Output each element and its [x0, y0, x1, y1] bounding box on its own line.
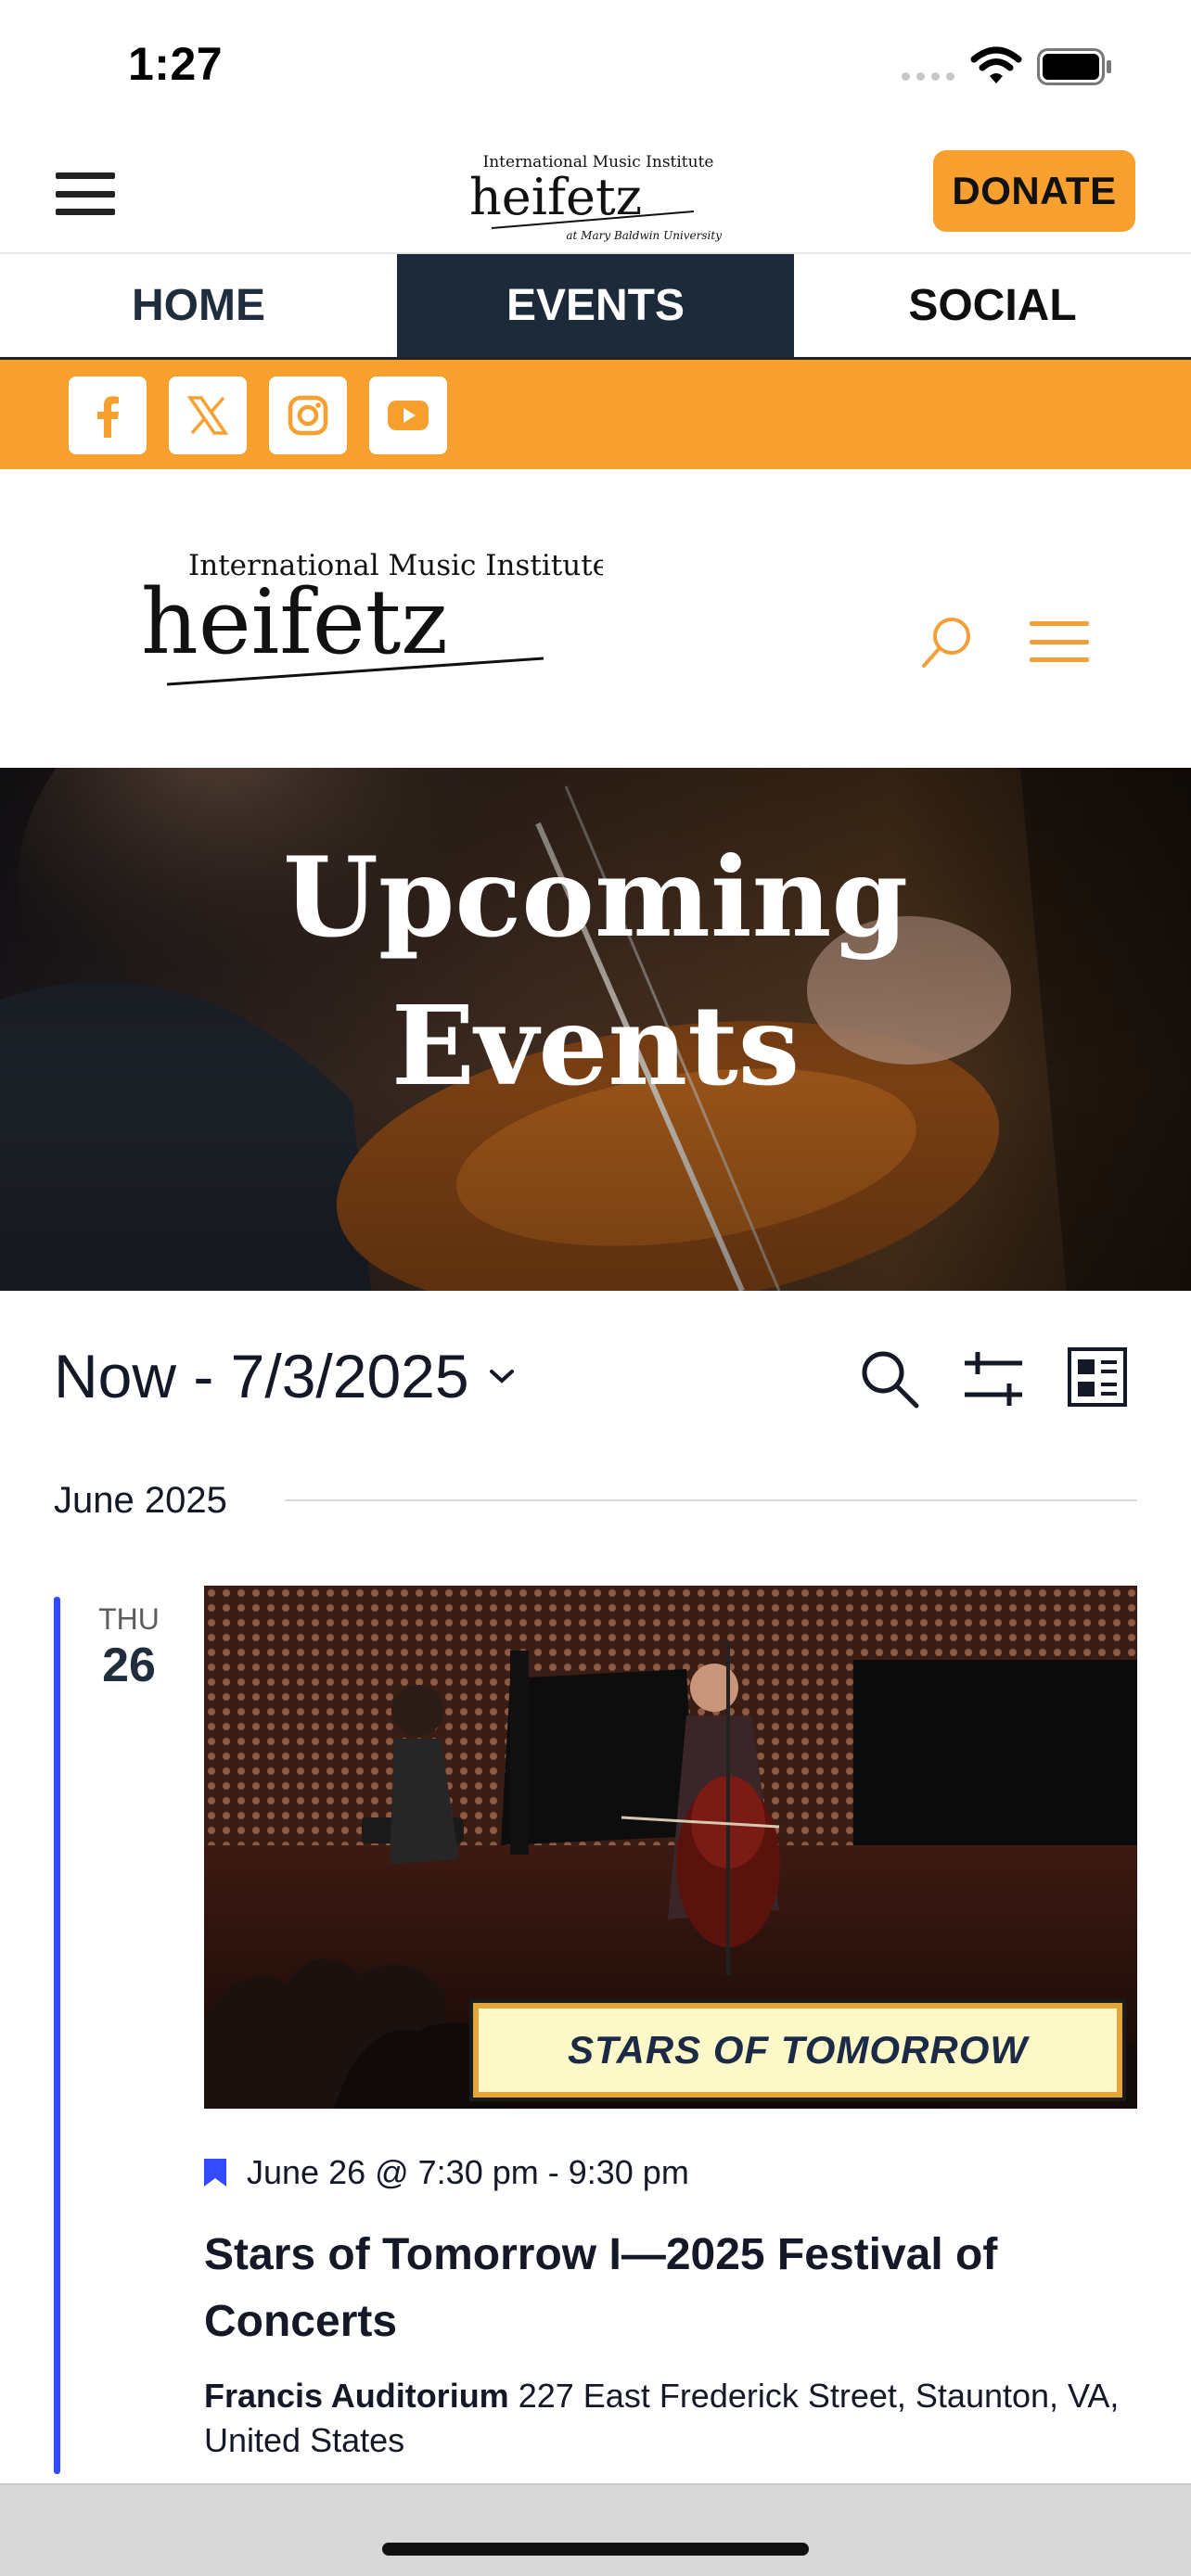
event-day-of-week: THU: [98, 1602, 160, 1636]
month-divider: [284, 1499, 1137, 1501]
filter-icon[interactable]: [961, 1346, 1026, 1411]
event-time: June 26 @ 7:30 pm - 9:30 pm: [247, 2153, 689, 2191]
month-separator: June 2025: [54, 1474, 1137, 1526]
date-range-label: Now - 7/3/2025: [54, 1342, 469, 1410]
tab-social[interactable]: SOCIAL: [794, 254, 1191, 357]
chevron-down-icon: [489, 1370, 514, 1384]
nav-tabs: HOME EVENTS SOCIAL: [0, 254, 1191, 360]
status-time: 1:27: [128, 38, 224, 90]
facebook-icon[interactable]: [69, 376, 147, 454]
top-header: International Music Institute heifetz at…: [0, 130, 1191, 254]
event-image-banner: STARS OF TOMORROW: [469, 1999, 1126, 2101]
youtube-icon[interactable]: [369, 376, 447, 454]
list-view-icon[interactable]: [1067, 1346, 1128, 1408]
svg-text:at Mary Baldwin University: at Mary Baldwin University: [566, 229, 722, 242]
cellular-signal-icon: [902, 72, 954, 81]
tab-events[interactable]: EVENTS: [397, 254, 794, 357]
featured-bookmark-icon: [204, 2159, 226, 2187]
month-label: June 2025: [54, 1479, 227, 1521]
hero-banner: Upcoming Events: [0, 768, 1191, 1291]
wifi-icon: [970, 46, 1022, 83]
events-toolbar: Now - 7/3/2025: [0, 1291, 1191, 1458]
heifetz-logo[interactable]: International Music Institute heifetz at…: [139, 516, 603, 701]
donate-button[interactable]: DONATE: [933, 150, 1135, 232]
event-title[interactable]: Stars of Tomorrow I—2025 Festival of Con…: [204, 2222, 1132, 2355]
site-search-icon[interactable]: [916, 608, 981, 673]
event-venue: Francis Auditorium 227 East Frederick St…: [204, 2374, 1141, 2463]
tab-home[interactable]: HOME: [0, 254, 397, 357]
hero-title-line1: Upcoming: [283, 833, 908, 962]
date-range-selector[interactable]: Now - 7/3/2025: [54, 1341, 516, 1411]
hero-title: Upcoming Events: [0, 823, 1191, 1120]
site-header: International Music Institute heifetz at…: [0, 469, 1191, 768]
event-time-row: June 26 @ 7:30 pm - 9:30 pm: [204, 2153, 689, 2192]
event-day-number: 26: [102, 1639, 156, 1692]
x-icon[interactable]: [169, 376, 247, 454]
search-icon[interactable]: [857, 1346, 922, 1411]
heifetz-logo-small[interactable]: International Music Institute heifetz at…: [464, 143, 733, 245]
social-bar: [0, 360, 1191, 469]
instagram-icon[interactable]: [269, 376, 347, 454]
status-bar: 1:27: [0, 0, 1191, 130]
event-image[interactable]: STARS OF TOMORROW: [204, 1586, 1137, 2109]
home-indicator[interactable]: [382, 2543, 809, 2556]
battery-icon: [1037, 48, 1111, 85]
bottom-bar: [0, 2483, 1191, 2576]
hero-title-line2: Events: [391, 981, 800, 1110]
main-menu-icon[interactable]: [56, 172, 115, 215]
event-accent-bar: [54, 1597, 60, 2474]
site-menu-icon[interactable]: [1030, 621, 1089, 662]
svg-text:heifetz: heifetz: [141, 570, 448, 674]
venue-name: Francis Auditorium: [204, 2377, 509, 2415]
